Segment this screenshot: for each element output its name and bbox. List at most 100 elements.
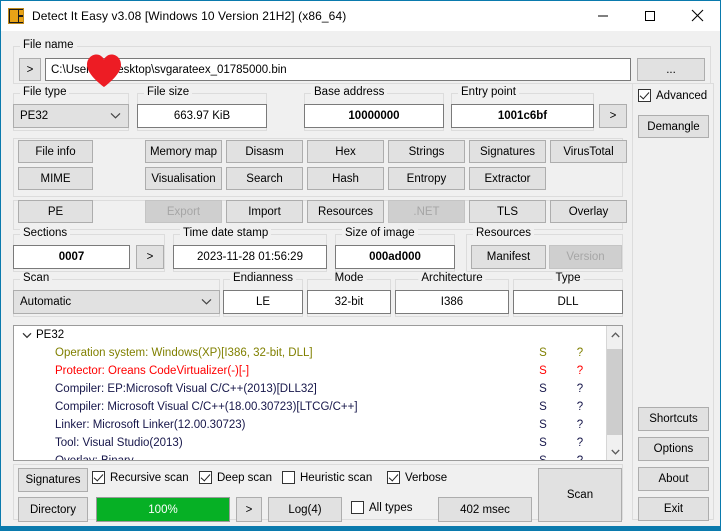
hex-button[interactable]: Hex	[307, 140, 384, 163]
result-signature-link[interactable]: S	[536, 416, 550, 434]
extractor-button[interactable]: Extractor	[469, 167, 546, 190]
table-row[interactable]: Tool: Visual Studio(2013) S ?	[14, 434, 622, 452]
all-types-label: All types	[369, 501, 413, 514]
result-info-link[interactable]: ?	[573, 416, 587, 434]
heuristic-scan-checkbox[interactable]: Heuristic scan	[282, 471, 372, 484]
signatures-button[interactable]: Signatures	[18, 468, 88, 492]
type-value: DLL	[513, 290, 623, 314]
memory-map-button[interactable]: Memory map	[145, 140, 222, 163]
table-row[interactable]: Linker: Microsoft Linker(12.00.30723) S …	[14, 416, 622, 434]
options-button[interactable]: Options	[638, 437, 709, 461]
file-size-caption: File size	[144, 86, 193, 98]
tree-root-row[interactable]: PE32	[14, 326, 622, 344]
file-type-select[interactable]: PE32	[13, 104, 129, 128]
main-window: Detect It Easy v3.08 [Windows 10 Version…	[0, 0, 721, 531]
resources-caption: Resources	[473, 227, 534, 239]
log-button[interactable]: Log(4)	[268, 497, 342, 522]
entry-point-value[interactable]: 1001c6bf	[451, 104, 594, 128]
file-history-button[interactable]: >	[19, 58, 41, 81]
deep-scan-checkbox[interactable]: Deep scan	[199, 471, 272, 484]
verbose-checkbox[interactable]: Verbose	[387, 471, 447, 484]
resources-button[interactable]: Resources	[307, 200, 384, 223]
result-signature-link[interactable]: S	[536, 452, 550, 460]
exit-button[interactable]: Exit	[638, 497, 709, 521]
result-info-link[interactable]: ?	[573, 362, 587, 380]
result-signature-link[interactable]: S	[536, 344, 550, 362]
browse-file-button[interactable]: ...	[637, 58, 705, 81]
scrollbar-thumb[interactable]	[607, 349, 622, 435]
tls-button[interactable]: TLS	[469, 200, 546, 223]
result-info-link[interactable]: ?	[573, 380, 587, 398]
directory-button[interactable]: Directory	[18, 497, 88, 522]
result-signature-link[interactable]: S	[536, 398, 550, 416]
chevron-down-icon[interactable]	[21, 326, 33, 344]
maximize-button[interactable]	[627, 1, 673, 30]
result-info-link[interactable]: ?	[573, 398, 587, 416]
scan-button[interactable]: Scan	[538, 468, 622, 522]
export-button: Export	[145, 200, 222, 223]
result-label: Protector: Oreans CodeVirtualizer(-)[-]	[55, 365, 250, 377]
strings-button[interactable]: Strings	[388, 140, 465, 163]
about-button[interactable]: About	[638, 467, 709, 491]
time-date-stamp-value[interactable]: 2023-11-28 01:56:29	[173, 245, 327, 269]
file-path-input[interactable]: C:\Users\♥\Desktop\svgarateex_01785000.b…	[45, 58, 631, 81]
result-signature-link[interactable]: S	[536, 434, 550, 452]
progress-details-button[interactable]: >	[236, 497, 262, 522]
mime-button[interactable]: MIME	[18, 167, 93, 190]
search-button[interactable]: Search	[226, 167, 303, 190]
virustotal-button[interactable]: VirusTotal	[550, 140, 627, 163]
manifest-button[interactable]: Manifest	[471, 245, 546, 269]
sections-goto-button[interactable]: >	[136, 245, 164, 269]
type-caption: Type	[552, 272, 584, 284]
import-button[interactable]: Import	[226, 200, 303, 223]
overlay-button[interactable]: Overlay	[550, 200, 627, 223]
size-of-image-value[interactable]: 000ad000	[335, 245, 455, 269]
pe-button[interactable]: PE	[18, 200, 93, 223]
die-app-icon	[8, 8, 24, 24]
result-info-link[interactable]: ?	[573, 434, 587, 452]
deep-scan-label: Deep scan	[217, 471, 272, 484]
signatures-panel-button[interactable]: Signatures	[469, 140, 546, 163]
result-label: Overlay: Binary	[55, 455, 134, 461]
table-row[interactable]: Operation system: Windows(XP)[I386, 32-b…	[14, 344, 622, 362]
hash-button[interactable]: Hash	[307, 167, 384, 190]
all-types-checkbox[interactable]: All types	[351, 501, 412, 514]
result-info-link[interactable]: ?	[573, 452, 587, 460]
disasm-button[interactable]: Disasm	[226, 140, 303, 163]
time-date-stamp-caption: Time date stamp	[180, 227, 272, 239]
sections-value[interactable]: 0007	[13, 245, 130, 269]
endianness-value: LE	[223, 290, 303, 314]
visualisation-button[interactable]: Visualisation	[145, 167, 222, 190]
entropy-button[interactable]: Entropy	[388, 167, 465, 190]
recursive-scan-checkbox[interactable]: Recursive scan	[92, 471, 189, 484]
heuristic-scan-label: Heuristic scan	[300, 471, 373, 484]
table-row[interactable]: Compiler: EP:Microsoft Visual C/C++(2013…	[14, 380, 622, 398]
result-label: Compiler: Microsoft Visual C/C++(18.00.3…	[55, 401, 358, 413]
scroll-down-icon[interactable]	[607, 443, 622, 460]
table-row[interactable]: Compiler: Microsoft Visual C/C++(18.00.3…	[14, 398, 622, 416]
base-address-caption: Base address	[311, 86, 388, 98]
file-size-value: 663.97 KiB	[137, 104, 267, 128]
base-address-value[interactable]: 10000000	[304, 104, 444, 128]
scroll-up-icon[interactable]	[607, 326, 622, 343]
architecture-caption: Architecture	[418, 272, 486, 284]
table-row[interactable]: Protector: Oreans CodeVirtualizer(-)[-] …	[14, 362, 622, 380]
result-label: Linker: Microsoft Linker(12.00.30723)	[55, 419, 246, 431]
close-button[interactable]	[674, 1, 720, 30]
scan-mode-select[interactable]: Automatic	[13, 290, 220, 314]
window-title: Detect It Easy v3.08 [Windows 10 Version…	[32, 9, 347, 23]
scrollbar-vertical[interactable]	[606, 326, 622, 460]
result-signature-link[interactable]: S	[536, 380, 550, 398]
minimize-button[interactable]	[580, 1, 626, 30]
elapsed-time-display: 402 msec	[438, 497, 532, 522]
shortcuts-button[interactable]: Shortcuts	[638, 407, 709, 431]
checkbox-unchecked-icon	[351, 501, 364, 514]
result-signature-link[interactable]: S	[536, 362, 550, 380]
scan-results-tree[interactable]: PE32 Operation system: Windows(XP)[I386,…	[13, 325, 623, 461]
entry-point-goto-button[interactable]: >	[599, 104, 627, 128]
mode-caption: Mode	[331, 272, 367, 284]
file-info-button[interactable]: File info	[18, 140, 93, 163]
table-row[interactable]: Overlay: Binary S ?	[14, 452, 622, 461]
result-info-link[interactable]: ?	[573, 344, 587, 362]
checkbox-checked-icon	[387, 471, 400, 484]
